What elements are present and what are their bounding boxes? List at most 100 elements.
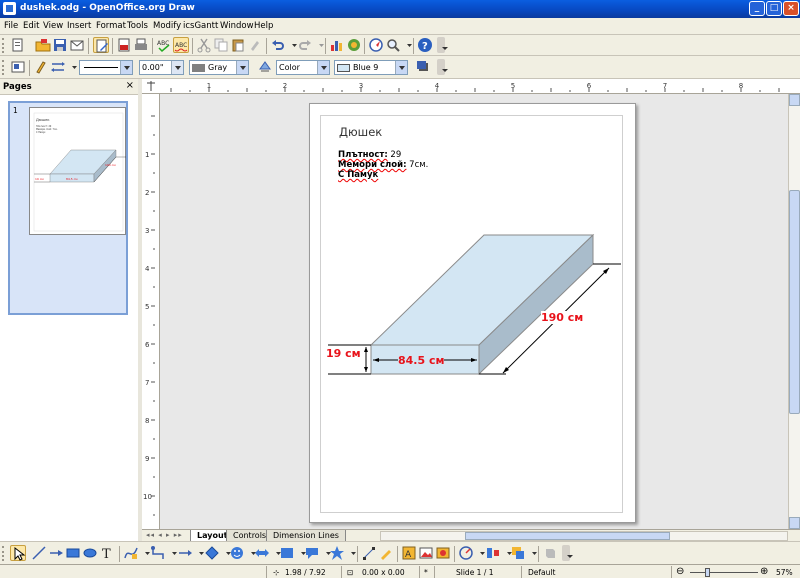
redo-icon[interactable] bbox=[297, 37, 313, 53]
stars-icon[interactable] bbox=[329, 545, 345, 561]
menu-insert[interactable]: Insert bbox=[67, 21, 91, 31]
zoom-level[interactable]: 57% bbox=[776, 568, 793, 577]
align-icon[interactable] bbox=[485, 545, 501, 561]
block-arrows-icon[interactable] bbox=[254, 545, 270, 561]
points-icon[interactable] bbox=[361, 545, 377, 561]
menu-file[interactable]: File bbox=[4, 21, 18, 31]
extrusion-icon[interactable] bbox=[542, 545, 558, 561]
chart-icon[interactable] bbox=[329, 37, 345, 53]
zoom-in-icon[interactable]: ⊕ bbox=[760, 566, 768, 577]
rectangle-tool-icon[interactable] bbox=[65, 545, 81, 561]
connector-dropdown[interactable] bbox=[167, 545, 177, 561]
maximize-button[interactable]: □ bbox=[766, 1, 782, 16]
callouts-dropdown[interactable] bbox=[321, 545, 331, 561]
close-button[interactable]: × bbox=[783, 1, 799, 16]
vertical-scrollbar[interactable] bbox=[788, 94, 800, 529]
align-dropdown[interactable] bbox=[502, 545, 512, 561]
menu-format[interactable]: Format bbox=[96, 21, 126, 31]
edit-file-icon[interactable] bbox=[93, 37, 109, 53]
curve-dropdown[interactable] bbox=[140, 545, 150, 561]
area-icon[interactable] bbox=[257, 59, 273, 75]
drawing-canvas[interactable]: Дюшек Плътност: 29 Мемори слой: 7см. С П… bbox=[160, 94, 788, 529]
vertical-scroll-thumb[interactable] bbox=[789, 190, 800, 414]
minimize-button[interactable]: _ bbox=[749, 1, 765, 16]
zoom-out-icon[interactable]: ⊖ bbox=[676, 566, 684, 577]
menu-icsgantt[interactable]: icsGantt bbox=[183, 21, 218, 31]
styles-icon[interactable] bbox=[10, 59, 26, 75]
undo-icon[interactable] bbox=[270, 37, 286, 53]
line-width-input[interactable]: 0.00" bbox=[139, 60, 184, 75]
close-panel-icon[interactable]: × bbox=[126, 80, 134, 91]
symbol-shapes-icon[interactable] bbox=[229, 545, 245, 561]
fontwork-icon[interactable]: A bbox=[401, 545, 417, 561]
scroll-up-icon[interactable] bbox=[789, 94, 800, 106]
gallery-icon[interactable] bbox=[346, 37, 362, 53]
effects-dropdown[interactable] bbox=[475, 545, 485, 561]
open-folder-icon[interactable] bbox=[35, 37, 51, 53]
horizontal-scrollbar[interactable] bbox=[380, 531, 788, 541]
new-document-icon[interactable] bbox=[10, 37, 26, 53]
toolbar-options-icon[interactable] bbox=[437, 37, 448, 53]
callouts-icon[interactable] bbox=[304, 545, 320, 561]
arrow-style-icon[interactable] bbox=[50, 59, 66, 75]
scroll-down-icon[interactable] bbox=[789, 517, 800, 529]
dimension-width-label[interactable]: 84.5 см bbox=[398, 354, 445, 367]
effects-icon[interactable] bbox=[458, 545, 474, 561]
flowchart-icon[interactable] bbox=[279, 545, 295, 561]
zoom-icon[interactable] bbox=[385, 37, 401, 53]
arrange-dropdown[interactable] bbox=[527, 545, 537, 561]
toolbar-options-icon-3[interactable] bbox=[562, 545, 573, 561]
glue-points-icon[interactable] bbox=[378, 545, 394, 561]
zoom-slider[interactable] bbox=[690, 572, 758, 573]
ellipse-tool-icon[interactable] bbox=[82, 545, 98, 561]
select-pointer-icon[interactable] bbox=[10, 545, 26, 561]
shadow-icon[interactable] bbox=[415, 59, 431, 75]
drawing-page[interactable]: Дюшек Плътност: 29 Мемори слой: 7см. С П… bbox=[309, 103, 636, 523]
basic-shapes-dropdown[interactable] bbox=[221, 545, 231, 561]
line-color-select[interactable]: Gray bbox=[189, 60, 249, 75]
dimension-length-label[interactable]: 190 см bbox=[541, 311, 584, 324]
navigator-icon[interactable] bbox=[368, 37, 384, 53]
drawing-toolbar-grip[interactable] bbox=[2, 546, 5, 561]
area-color-select[interactable]: Blue 9 bbox=[334, 60, 408, 75]
undo-dropdown[interactable] bbox=[287, 37, 297, 53]
export-pdf-icon[interactable] bbox=[116, 37, 132, 53]
arrow-style-dropdown[interactable] bbox=[67, 59, 77, 75]
menu-window[interactable]: Window bbox=[220, 21, 254, 31]
redo-dropdown[interactable] bbox=[314, 37, 324, 53]
arrange-icon[interactable] bbox=[510, 545, 526, 561]
lines-arrows-dropdown[interactable] bbox=[194, 545, 204, 561]
toolbar-grip[interactable] bbox=[2, 38, 5, 53]
text-tool-icon[interactable]: T bbox=[99, 545, 115, 562]
line-arrow-tool-icon[interactable] bbox=[48, 545, 64, 561]
flowchart-dropdown[interactable] bbox=[296, 545, 306, 561]
modified-indicator[interactable]: * bbox=[424, 568, 428, 577]
connector-tool-icon[interactable] bbox=[150, 545, 166, 561]
paste-icon[interactable] bbox=[230, 37, 246, 53]
email-icon[interactable] bbox=[69, 37, 85, 53]
menu-modify[interactable]: Modify bbox=[153, 21, 181, 31]
menu-view[interactable]: View bbox=[43, 21, 63, 31]
stars-dropdown[interactable] bbox=[346, 545, 356, 561]
gallery-icon-2[interactable] bbox=[435, 545, 451, 561]
cut-icon[interactable] bbox=[196, 37, 212, 53]
clone-formatting-icon[interactable] bbox=[247, 37, 263, 53]
toolbar-grip-2[interactable] bbox=[2, 60, 5, 75]
line-icon[interactable] bbox=[33, 59, 49, 75]
area-style-select[interactable]: Color bbox=[276, 60, 330, 75]
dimension-height-label[interactable]: 19 см bbox=[326, 347, 361, 360]
zoom-slider-thumb[interactable] bbox=[705, 568, 710, 577]
menu-help[interactable]: Help bbox=[254, 21, 273, 31]
tab-navigation-arrows[interactable]: ◂◂ ◂ ▸ ▸▸ bbox=[146, 531, 186, 541]
save-icon[interactable] bbox=[52, 37, 68, 53]
line-style-select[interactable] bbox=[79, 60, 133, 75]
lines-arrows-tool-icon[interactable] bbox=[177, 545, 193, 561]
help-icon[interactable]: ? bbox=[417, 37, 433, 53]
horizontal-scroll-thumb[interactable] bbox=[465, 532, 670, 540]
spellcheck-icon[interactable]: ABC bbox=[156, 37, 172, 53]
block-arrows-dropdown[interactable] bbox=[271, 545, 281, 561]
zoom-dropdown[interactable] bbox=[402, 37, 412, 53]
symbol-shapes-dropdown[interactable] bbox=[246, 545, 256, 561]
line-tool-icon[interactable] bbox=[31, 545, 47, 561]
copy-icon[interactable] bbox=[213, 37, 229, 53]
